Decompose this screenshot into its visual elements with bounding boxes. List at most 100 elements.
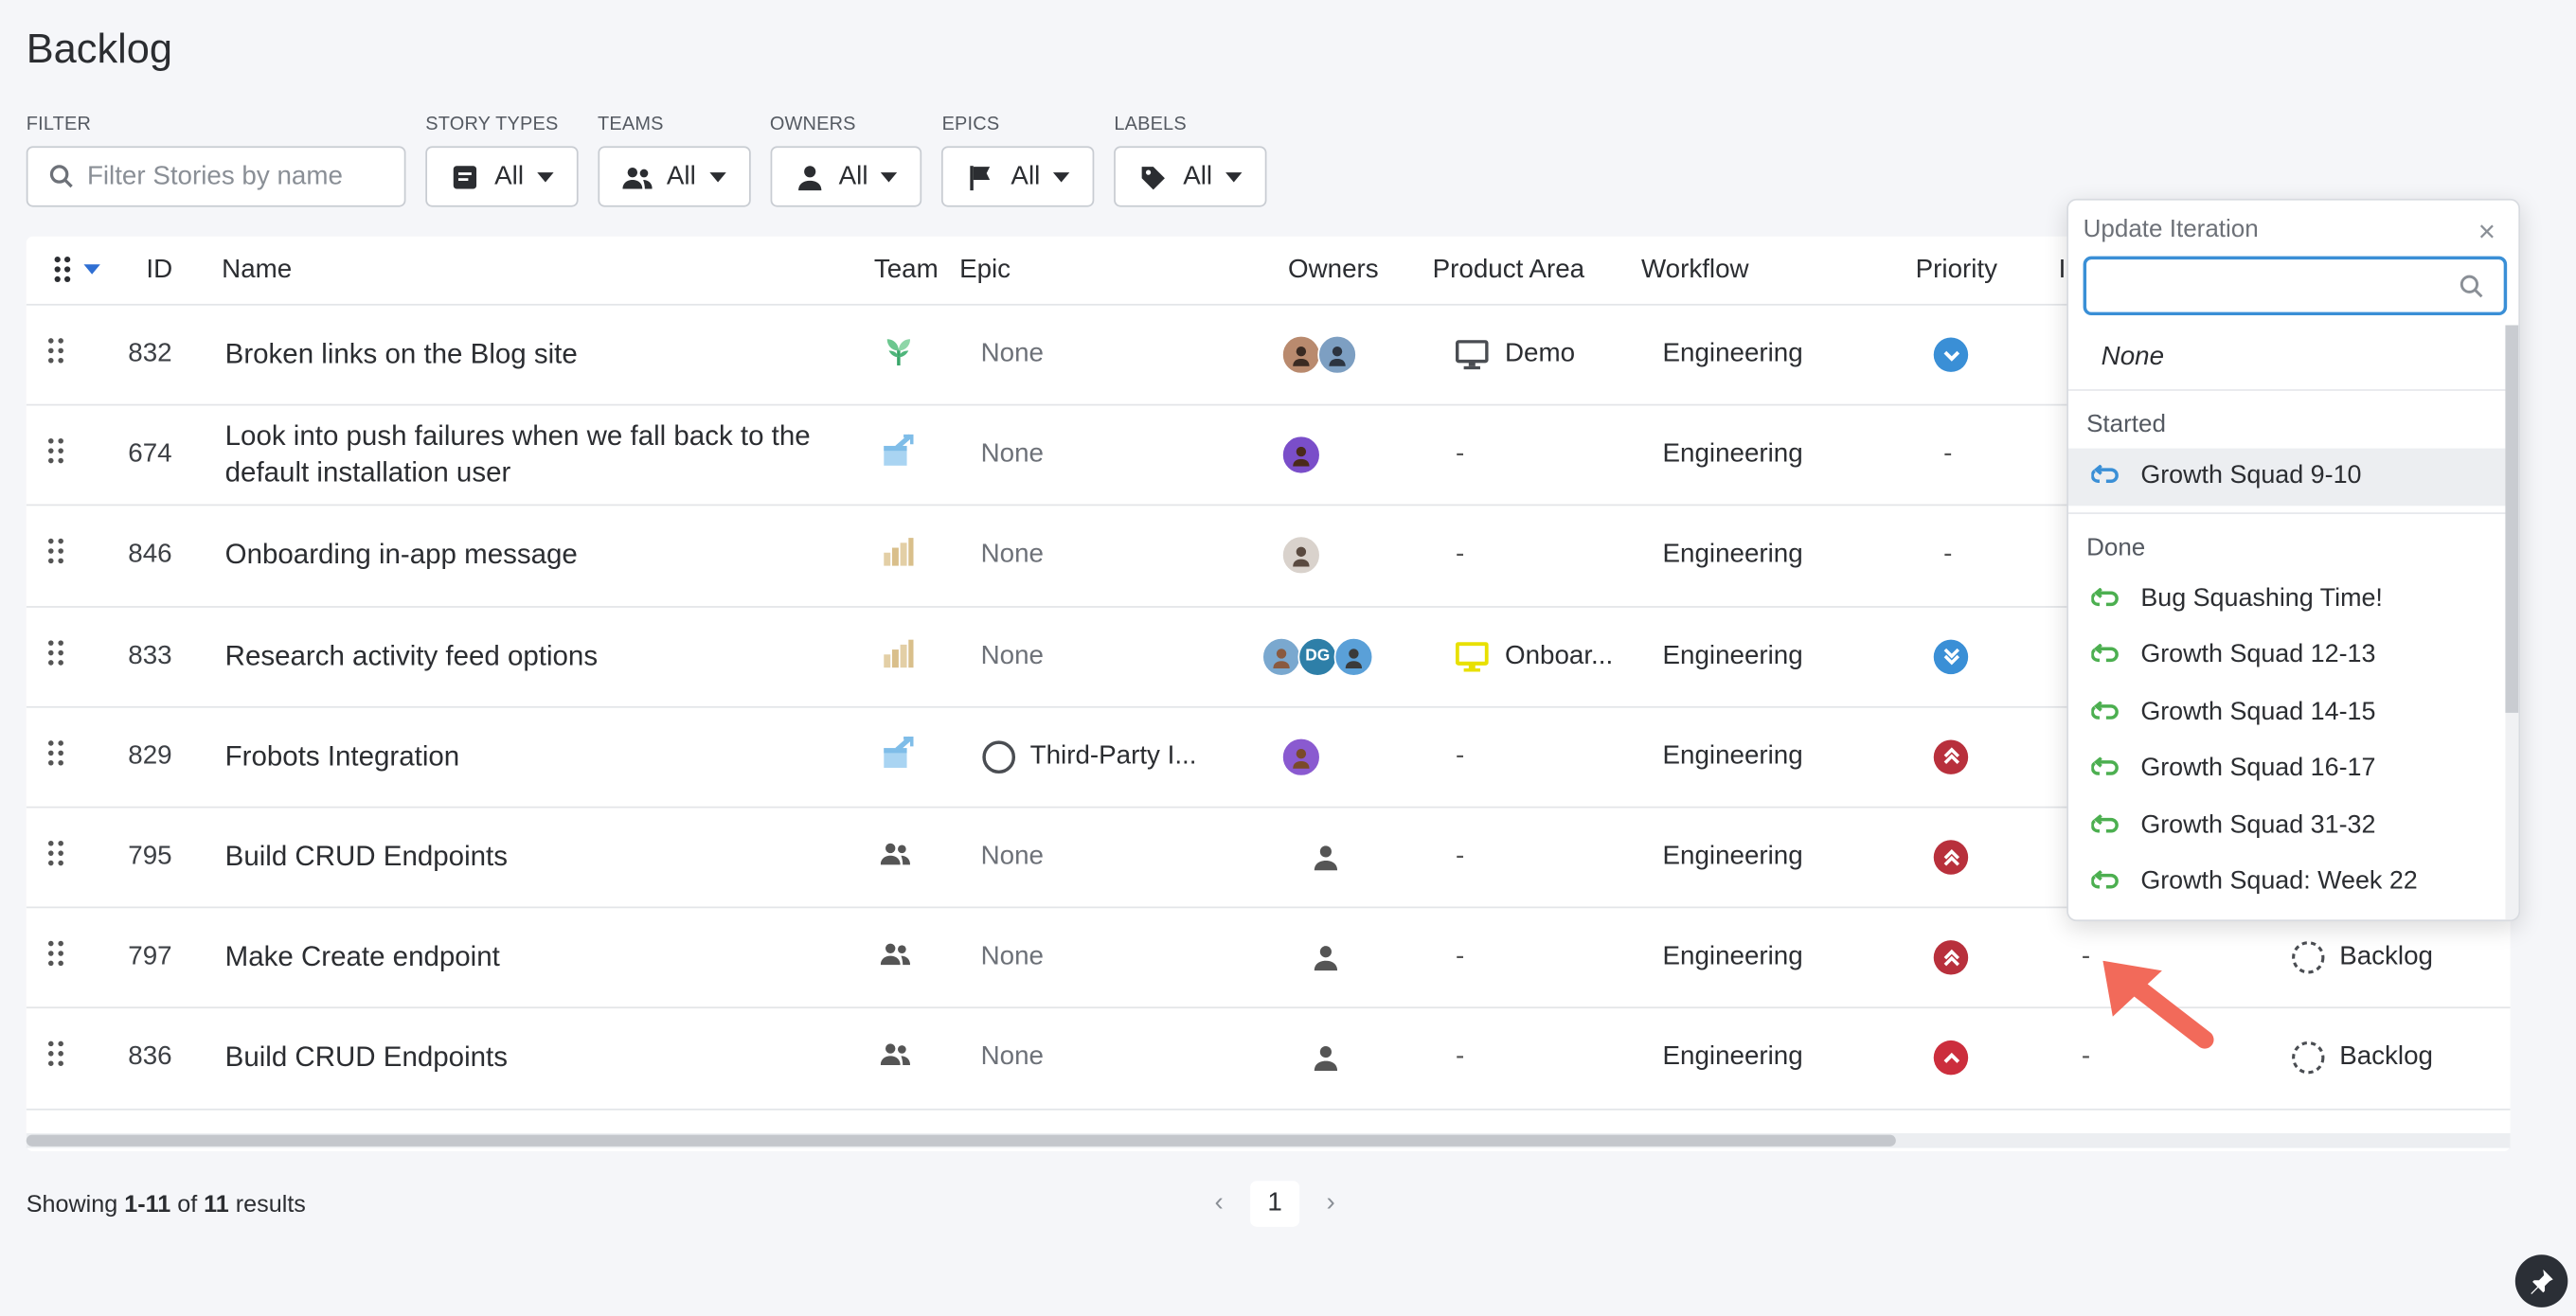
chevron-left-icon[interactable]: ‹ <box>1201 1189 1237 1218</box>
drag-handle-icon[interactable] <box>46 637 66 675</box>
iteration-option-label: Growth Squad 14-15 <box>2140 697 2376 726</box>
owner-placeholder[interactable] <box>1313 1045 1339 1072</box>
iteration-option[interactable]: Bug Squashing Time! <box>2068 571 2509 628</box>
workflow-value[interactable]: Engineering <box>1663 1043 1803 1073</box>
epics-dropdown[interactable]: All <box>941 146 1095 207</box>
priority-highest-icon[interactable] <box>1933 739 1969 774</box>
priority-low-icon[interactable] <box>1933 337 1969 373</box>
horizontal-scrollbar-thumb[interactable] <box>26 1134 1896 1147</box>
epic-value[interactable]: None <box>981 943 1044 972</box>
workflow-value[interactable]: Engineering <box>1663 440 1803 470</box>
column-iteration[interactable]: I <box>2059 257 2066 286</box>
iteration-search-input[interactable] <box>2083 256 2508 316</box>
story-types-dropdown[interactable]: All <box>425 146 579 207</box>
team-cube-icon <box>881 434 917 478</box>
iteration-value[interactable]: - <box>2082 943 2090 972</box>
filter-label-teams: TEAMS <box>598 115 664 135</box>
filter-search-box[interactable] <box>26 146 406 207</box>
owners-avatars[interactable] <box>1281 436 1321 475</box>
chevron-right-icon[interactable]: › <box>1313 1189 1349 1218</box>
owners-avatars[interactable]: DG <box>1261 636 1374 677</box>
page-number-button[interactable]: 1 <box>1250 1181 1300 1227</box>
product-area[interactable]: - <box>1456 843 1464 872</box>
teams-dropdown[interactable]: All <box>598 146 750 207</box>
iteration-option[interactable]: Growth Squad 14-15 <box>2068 685 2509 741</box>
column-team[interactable]: Team <box>874 257 939 286</box>
iteration-option-none[interactable]: None <box>2067 325 2509 391</box>
iteration-option[interactable]: Growth Squad: Week 22 <box>2068 854 2509 911</box>
story-name-link[interactable]: Broken links on the Blog site <box>225 337 816 373</box>
epic-value[interactable]: None <box>981 1043 1044 1073</box>
product-area[interactable]: - <box>1456 542 1464 571</box>
iteration-value[interactable]: - <box>2082 1043 2090 1073</box>
product-area[interactable]: Onboar... <box>1455 641 1613 671</box>
owners-avatars[interactable] <box>1281 737 1321 777</box>
workflow-value[interactable]: Engineering <box>1663 742 1803 772</box>
priority-highest-icon[interactable] <box>1933 840 1969 875</box>
workflow-state[interactable]: Backlog <box>2290 940 2433 976</box>
story-name-link[interactable]: Make Create endpoint <box>225 940 816 976</box>
drag-handle-icon[interactable] <box>46 738 66 775</box>
epic-value[interactable]: None <box>981 440 1044 470</box>
workflow-state[interactable]: Backlog <box>2290 1040 2433 1076</box>
column-workflow[interactable]: Workflow <box>1641 257 1749 286</box>
owners-dropdown[interactable]: All <box>769 146 922 207</box>
owner-placeholder[interactable] <box>1313 945 1339 971</box>
story-name-link[interactable]: Look into push failures when we fall bac… <box>225 419 816 491</box>
story-name-link[interactable]: Build CRUD Endpoints <box>225 1040 816 1076</box>
story-type-icon <box>450 162 479 191</box>
story-name-link[interactable]: Onboarding in-app message <box>225 538 816 574</box>
product-area[interactable]: Demo <box>1455 340 1576 370</box>
story-name-link[interactable]: Build CRUD Endpoints <box>225 839 816 875</box>
drag-handle-icon[interactable] <box>46 336 66 374</box>
column-name[interactable]: Name <box>222 257 292 286</box>
iteration-option[interactable]: Growth Squad 31-32 <box>2068 797 2509 854</box>
product-area[interactable]: - <box>1456 440 1464 470</box>
column-priority[interactable]: Priority <box>1916 257 1997 286</box>
product-area[interactable]: - <box>1456 1043 1464 1073</box>
epic-value[interactable]: Third-Party I... <box>981 738 1196 774</box>
filter-stories-input[interactable] <box>86 161 384 192</box>
workflow-value[interactable]: Engineering <box>1663 843 1803 872</box>
drag-handle-icon[interactable] <box>46 537 66 575</box>
filter-group-teams: TEAMS All <box>598 115 750 207</box>
pin-button[interactable] <box>2514 1254 2568 1307</box>
product-area[interactable]: - <box>1456 742 1464 772</box>
dropdown-scrollbar-thumb[interactable] <box>2505 325 2519 713</box>
product-area-label: Demo <box>1504 340 1576 368</box>
priority-highest-icon[interactable] <box>1933 940 1969 975</box>
drag-handle-icon[interactable] <box>46 436 66 474</box>
epic-value[interactable]: None <box>981 542 1044 571</box>
iteration-option[interactable]: Growth Squad 12-13 <box>2068 628 2509 685</box>
workflow-value[interactable]: Engineering <box>1663 943 1803 972</box>
labels-dropdown[interactable]: All <box>1114 146 1267 207</box>
iteration-option-label: Growth Squad 16-17 <box>2140 754 2376 783</box>
column-settings-button[interactable] <box>53 255 103 293</box>
drag-handle-icon[interactable] <box>46 839 66 877</box>
epic-value[interactable]: None <box>981 642 1044 671</box>
epic-value[interactable]: None <box>981 340 1044 369</box>
priority-high-icon[interactable] <box>1933 1040 1969 1076</box>
workflow-value[interactable]: Engineering <box>1663 340 1803 369</box>
workflow-value[interactable]: Engineering <box>1663 642 1803 671</box>
iteration-option[interactable]: Growth Squad 16-17 <box>2068 740 2509 797</box>
priority-value[interactable]: - <box>1943 542 1952 571</box>
workflow-value[interactable]: Engineering <box>1663 542 1803 571</box>
column-epic[interactable]: Epic <box>959 257 1011 286</box>
close-icon[interactable]: × <box>2478 215 2496 249</box>
drag-handle-icon[interactable] <box>46 939 66 977</box>
product-area[interactable]: - <box>1456 943 1464 972</box>
story-name-link[interactable]: Research activity feed options <box>225 638 816 674</box>
owners-avatars[interactable] <box>1281 335 1357 375</box>
epic-value[interactable]: None <box>981 843 1044 872</box>
column-owners[interactable]: Owners <box>1288 257 1379 286</box>
column-id[interactable]: ID <box>146 257 172 286</box>
drag-handle-icon[interactable] <box>46 1040 66 1077</box>
priority-value[interactable]: - <box>1943 440 1952 470</box>
owner-placeholder[interactable] <box>1313 845 1339 871</box>
iteration-option[interactable]: Growth Squad 9-10 <box>2067 448 2509 506</box>
story-name-link[interactable]: Frobots Integration <box>225 738 816 774</box>
column-product-area[interactable]: Product Area <box>1433 257 1584 286</box>
owners-avatars[interactable] <box>1281 536 1321 576</box>
priority-lowest-icon[interactable] <box>1933 639 1969 674</box>
